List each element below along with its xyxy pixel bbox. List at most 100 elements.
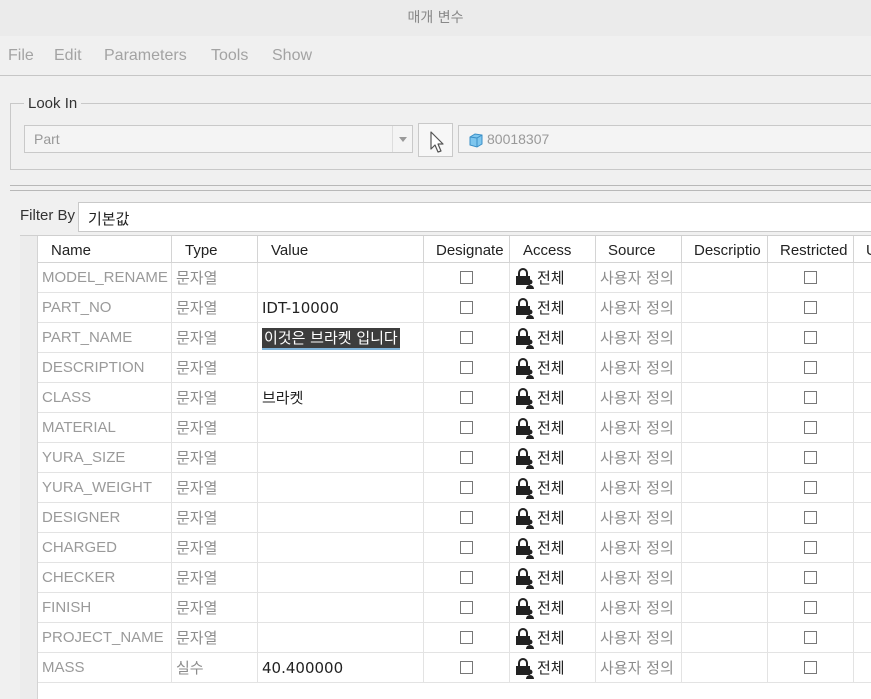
param-value-cell[interactable]: 브라켓 bbox=[258, 383, 424, 413]
designate-checkbox[interactable] bbox=[460, 661, 473, 674]
unit-cell[interactable] bbox=[854, 653, 871, 683]
description-cell[interactable] bbox=[682, 413, 768, 443]
unit-cell[interactable] bbox=[854, 353, 871, 383]
designate-checkbox[interactable] bbox=[460, 481, 473, 494]
unit-cell[interactable] bbox=[854, 533, 871, 563]
filter-dropdown[interactable]: 기본값 bbox=[78, 202, 871, 232]
param-value-cell[interactable] bbox=[258, 443, 424, 473]
unit-cell[interactable] bbox=[854, 563, 871, 593]
description-cell[interactable] bbox=[682, 263, 768, 293]
select-model-button[interactable] bbox=[418, 123, 453, 157]
unit-cell[interactable] bbox=[854, 293, 871, 323]
restricted-checkbox[interactable] bbox=[804, 541, 817, 554]
param-value-cell[interactable] bbox=[258, 503, 424, 533]
designate-checkbox[interactable] bbox=[460, 571, 473, 584]
table-row[interactable]: CHARGED 문자열 전체 사용자 정의 bbox=[38, 533, 871, 563]
designate-checkbox[interactable] bbox=[460, 511, 473, 524]
table-row[interactable]: DESIGNER 문자열 전체 사용자 정의 bbox=[38, 503, 871, 533]
unit-cell[interactable] bbox=[854, 263, 871, 293]
description-cell[interactable] bbox=[682, 443, 768, 473]
param-value-cell[interactable] bbox=[258, 263, 424, 293]
access-cell[interactable]: 전체 bbox=[510, 383, 596, 413]
designate-checkbox[interactable] bbox=[460, 631, 473, 644]
table-row[interactable]: CLASS 문자열 브라켓 전체 사용자 정의 bbox=[38, 383, 871, 413]
designate-checkbox[interactable] bbox=[460, 361, 473, 374]
access-cell[interactable]: 전체 bbox=[510, 443, 596, 473]
restricted-checkbox[interactable] bbox=[804, 631, 817, 644]
restricted-checkbox[interactable] bbox=[804, 661, 817, 674]
param-value-cell[interactable]: 이것은 브라켓 입니다 bbox=[258, 323, 424, 353]
description-cell[interactable] bbox=[682, 293, 768, 323]
restricted-checkbox[interactable] bbox=[804, 601, 817, 614]
model-name-field[interactable]: 80018307 bbox=[458, 125, 871, 153]
restricted-checkbox[interactable] bbox=[804, 331, 817, 344]
description-cell[interactable] bbox=[682, 563, 768, 593]
unit-cell[interactable] bbox=[854, 413, 871, 443]
column-header-value[interactable]: Value bbox=[258, 236, 424, 263]
column-header-access[interactable]: Access bbox=[510, 236, 596, 263]
table-row[interactable]: DESCRIPTION 문자열 전체 사용자 정의 bbox=[38, 353, 871, 383]
table-row[interactable]: MATERIAL 문자열 전체 사용자 정의 bbox=[38, 413, 871, 443]
column-header-source[interactable]: Source bbox=[596, 236, 682, 263]
table-row[interactable]: PROJECT_NAME 문자열 전체 사용자 정의 bbox=[38, 623, 871, 653]
description-cell[interactable] bbox=[682, 383, 768, 413]
param-value-cell[interactable]: 40.400000 bbox=[258, 653, 424, 683]
column-header-description[interactable]: Descriptio bbox=[682, 236, 768, 263]
look-in-type-dropdown[interactable]: Part bbox=[24, 125, 413, 153]
param-value-cell[interactable]: IDT-10000 bbox=[258, 293, 424, 323]
table-row[interactable]: MODEL_RENAME 문자열 전체 사용자 정의 bbox=[38, 263, 871, 293]
param-value-cell[interactable] bbox=[258, 533, 424, 563]
param-value-cell[interactable] bbox=[258, 593, 424, 623]
menu-parameters[interactable]: Parameters bbox=[104, 47, 187, 65]
unit-cell[interactable] bbox=[854, 593, 871, 623]
restricted-checkbox[interactable] bbox=[804, 511, 817, 524]
menu-show[interactable]: Show bbox=[272, 47, 312, 65]
param-value-cell[interactable] bbox=[258, 563, 424, 593]
column-header-type[interactable]: Type bbox=[172, 236, 258, 263]
access-cell[interactable]: 전체 bbox=[510, 263, 596, 293]
access-cell[interactable]: 전체 bbox=[510, 653, 596, 683]
table-row[interactable]: PART_NO 문자열 IDT-10000 전체 사용자 정의 bbox=[38, 293, 871, 323]
description-cell[interactable] bbox=[682, 503, 768, 533]
description-cell[interactable] bbox=[682, 353, 768, 383]
menu-tools[interactable]: Tools bbox=[211, 47, 248, 65]
table-row[interactable]: YURA_SIZE 문자열 전체 사용자 정의 bbox=[38, 443, 871, 473]
description-cell[interactable] bbox=[682, 593, 768, 623]
designate-checkbox[interactable] bbox=[460, 301, 473, 314]
restricted-checkbox[interactable] bbox=[804, 451, 817, 464]
restricted-checkbox[interactable] bbox=[804, 421, 817, 434]
designate-checkbox[interactable] bbox=[460, 421, 473, 434]
designate-checkbox[interactable] bbox=[460, 541, 473, 554]
description-cell[interactable] bbox=[682, 323, 768, 353]
access-cell[interactable]: 전체 bbox=[510, 623, 596, 653]
column-header-designate[interactable]: Designate bbox=[424, 236, 510, 263]
description-cell[interactable] bbox=[682, 533, 768, 563]
param-value-cell[interactable] bbox=[258, 623, 424, 653]
restricted-checkbox[interactable] bbox=[804, 301, 817, 314]
restricted-checkbox[interactable] bbox=[804, 271, 817, 284]
restricted-checkbox[interactable] bbox=[804, 571, 817, 584]
param-value-cell[interactable] bbox=[258, 473, 424, 503]
table-row[interactable]: CHECKER 문자열 전체 사용자 정의 bbox=[38, 563, 871, 593]
table-row[interactable]: PART_NAME 문자열 이것은 브라켓 입니다 전체 사용자 정의 bbox=[38, 323, 871, 353]
description-cell[interactable] bbox=[682, 473, 768, 503]
access-cell[interactable]: 전체 bbox=[510, 503, 596, 533]
designate-checkbox[interactable] bbox=[460, 271, 473, 284]
menu-edit[interactable]: Edit bbox=[54, 47, 82, 65]
unit-cell[interactable] bbox=[854, 623, 871, 653]
chevron-down-icon[interactable] bbox=[392, 126, 412, 152]
description-cell[interactable] bbox=[682, 623, 768, 653]
column-header-unit[interactable]: U bbox=[854, 236, 871, 263]
designate-checkbox[interactable] bbox=[460, 391, 473, 404]
access-cell[interactable]: 전체 bbox=[510, 293, 596, 323]
access-cell[interactable]: 전체 bbox=[510, 533, 596, 563]
access-cell[interactable]: 전체 bbox=[510, 413, 596, 443]
access-cell[interactable]: 전체 bbox=[510, 563, 596, 593]
column-header-restricted[interactable]: Restricted bbox=[768, 236, 854, 263]
param-value-cell[interactable] bbox=[258, 413, 424, 443]
designate-checkbox[interactable] bbox=[460, 331, 473, 344]
unit-cell[interactable] bbox=[854, 383, 871, 413]
table-row[interactable]: MASS 실수 40.400000 전체 사용자 정의 bbox=[38, 653, 871, 683]
table-row[interactable]: FINISH 문자열 전체 사용자 정의 bbox=[38, 593, 871, 623]
column-header-name[interactable]: Name bbox=[38, 236, 172, 263]
